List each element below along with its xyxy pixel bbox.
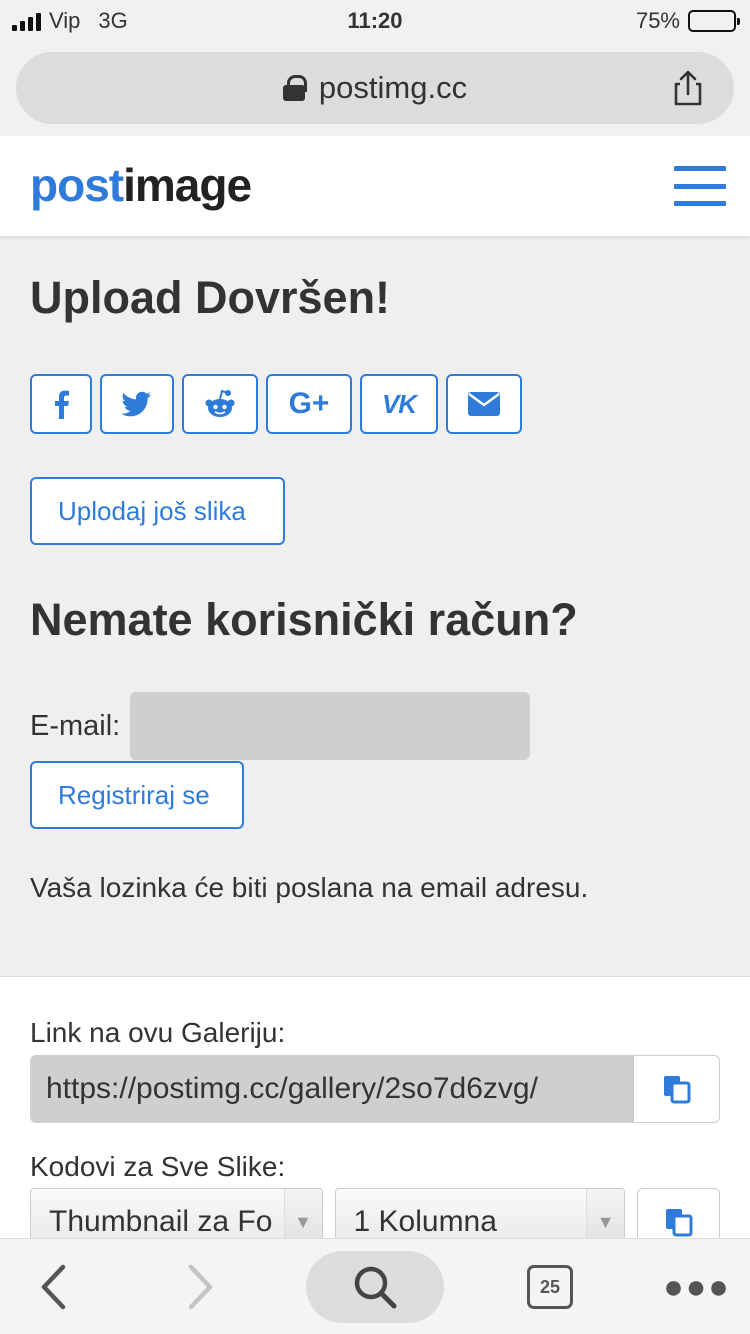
site-header: postimage [0,136,750,236]
code-type-value: Thumbnail za Fo [49,1205,273,1238]
battery-icon [688,10,740,32]
tabs-button[interactable]: 25 [518,1251,582,1323]
chevron-right-icon [188,1264,213,1310]
tabs-count: 25 [527,1265,573,1309]
google-plus-icon: G+ [288,387,330,420]
google-plus-share-button[interactable]: G+ [266,374,352,434]
url-display[interactable]: postimg.cc [282,70,468,106]
password-note: Vaša lozinka će biti poslana na email ad… [30,872,589,903]
gallery-link-field[interactable]: https://postimg.cc/gallery/2so7d6zvg/ [30,1055,633,1123]
status-right: 75% [635,8,740,34]
status-bar: Vip 3G 11:20 75% [0,0,750,40]
email-field[interactable] [130,692,531,760]
menu-icon[interactable] [674,166,726,206]
copy-link-button[interactable] [633,1055,720,1123]
logo-image: image [123,159,252,211]
search-icon [354,1266,397,1309]
gallery-codes-panel: Link na ovu Galeriju: https://postimg.cc… [0,976,750,1256]
gallery-link-label: Link na ovu Galeriju: [30,1017,286,1048]
codes-label: Kodovi za Sve Slike: [30,1151,286,1182]
twitter-icon [122,391,151,417]
columns-value: 1 Kolumna [353,1205,497,1238]
envelope-icon [468,392,500,416]
reddit-icon [205,389,235,417]
more-options-icon[interactable]: ●●● [663,1251,730,1323]
share-icon[interactable] [668,68,708,108]
vk-share-button[interactable]: VK [360,374,438,434]
lock-icon [282,75,307,101]
account-title: Nemate korisnički račun? [30,594,578,645]
address-bar[interactable]: postimg.cc [16,52,734,124]
logo-post: post [30,159,124,211]
site-logo[interactable]: postimage [30,158,252,212]
reddit-share-button[interactable] [182,374,258,434]
battery-percent: 75% [635,8,680,33]
search-button[interactable] [306,1251,444,1323]
facebook-icon [55,390,69,419]
twitter-share-button[interactable] [100,374,174,434]
browser-address-area: postimg.cc [0,40,750,136]
gallery-link-row: https://postimg.cc/gallery/2so7d6zvg/ [30,1055,720,1123]
back-button[interactable] [28,1251,78,1323]
copy-icon [663,1076,690,1104]
forward-button[interactable] [176,1251,226,1323]
facebook-share-button[interactable] [30,374,92,434]
vk-icon: VK [381,388,417,419]
copy-icon [665,1209,693,1237]
browser-toolbar: 25 ●●● [0,1238,750,1334]
upload-title: Upload Dovršen! [30,272,391,323]
upload-more-button[interactable]: Uplodaj još slika [30,477,285,545]
email-label: E-mail: [30,709,121,742]
register-button[interactable]: Registriraj se [30,761,244,829]
email-share-button[interactable] [446,374,522,434]
chevron-left-icon [41,1264,66,1310]
share-buttons: G+ VK [30,374,522,434]
url-text: postimg.cc [318,70,468,105]
email-row: E-mail: [30,692,531,760]
